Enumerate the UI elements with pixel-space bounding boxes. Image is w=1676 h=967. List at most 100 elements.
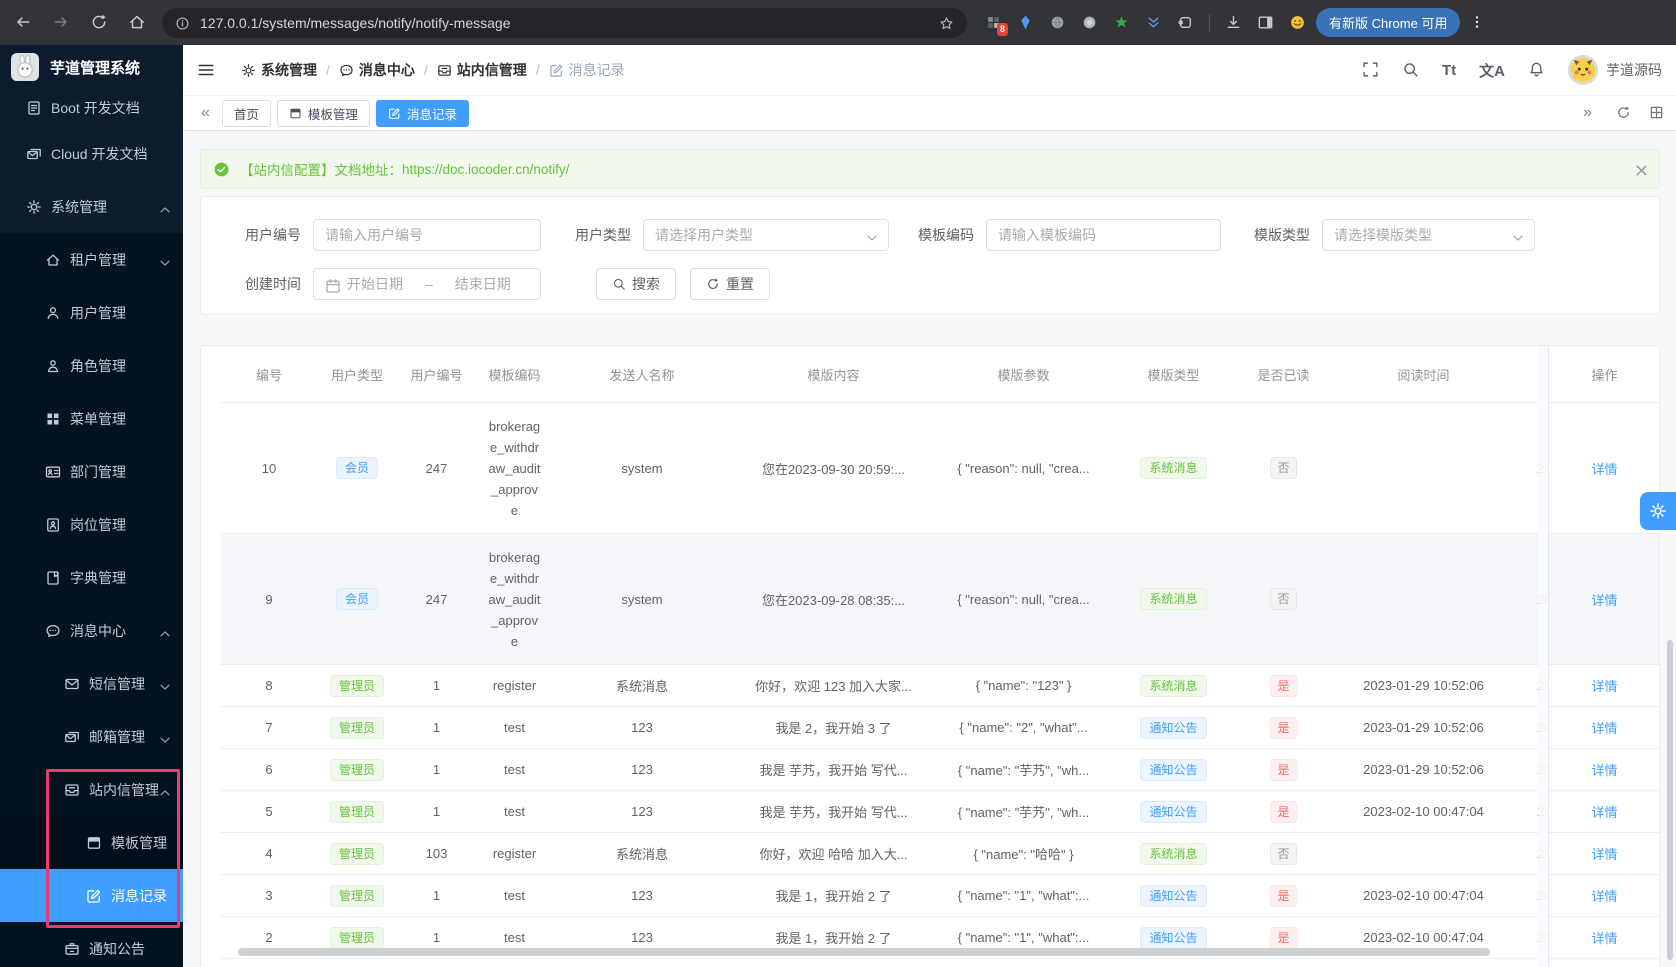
user-type-tag: 管理员	[330, 885, 384, 907]
sidebar-item-template-management[interactable]: 模板管理	[0, 816, 183, 869]
sidebar-item-cloud-docs[interactable]: Cloud 开发文档	[0, 127, 183, 180]
sidebar-item-menu-management[interactable]: 菜单管理	[0, 392, 183, 445]
sidebar-item-dict-management[interactable]: 字典管理	[0, 551, 183, 604]
extension-icon[interactable]	[1049, 14, 1066, 32]
sidebar-item-notify-management[interactable]: 站内信管理	[0, 763, 183, 816]
extensions-puzzle-button[interactable]	[1177, 14, 1194, 32]
font-size-button[interactable]: Tt	[1442, 62, 1456, 79]
table-row[interactable]: 7管理员1test123我是 2，我开始 3 了{ "name": "2", "…	[221, 707, 1548, 749]
collapse-menu-button[interactable]	[197, 61, 227, 79]
settings-fab-button[interactable]	[1640, 492, 1676, 530]
horizontal-scrollbar[interactable]	[238, 948, 1490, 956]
breadcrumb-item-2[interactable]: 消息中心	[339, 60, 415, 80]
sidebar-item-notice-announcement[interactable]: 通知公告	[0, 922, 183, 967]
browser-address-bar[interactable]: 127.0.0.1/system/messages/notify/notify-…	[162, 8, 967, 38]
extension-icon[interactable]	[1017, 14, 1034, 32]
filter-label-template_code: 模板编码	[894, 225, 986, 245]
detail-link[interactable]: 详情	[1591, 928, 1617, 947]
search-button[interactable]: 搜索	[596, 268, 676, 300]
user-menu[interactable]: 芋道源码	[1568, 55, 1662, 85]
browser-back-button[interactable]	[14, 13, 32, 31]
sidebar-item-boot-docs[interactable]: Boot 开发文档	[0, 89, 183, 127]
chrome-update-button[interactable]: 有新版 Chrome 可用	[1316, 8, 1460, 37]
profile-avatar[interactable]	[1289, 14, 1306, 32]
tab-模板管理[interactable]: 模板管理	[277, 100, 370, 127]
sidebar-item-label: 消息记录	[111, 886, 167, 906]
template-content: 我是 芋艿，我开始 写代...	[759, 805, 907, 820]
browser-menu-icon	[1469, 14, 1485, 30]
table-row[interactable]: 3管理员1test123我是 1，我开始 2 了{ "name": "1", "…	[221, 875, 1548, 917]
extension-icon[interactable]	[1145, 14, 1162, 32]
sidebar-item-dept-management[interactable]: 部门管理	[0, 445, 183, 498]
column-header: 模板编码	[488, 368, 540, 383]
bell-icon	[1528, 61, 1545, 78]
filter-create_time-date[interactable]: 开始日期–结束日期	[313, 268, 541, 300]
search-filter-panel: 用户编号请输入用户编号用户类型请选择用户类型模板编码请输入模板编码模版类型请选择…	[200, 196, 1660, 315]
detail-link[interactable]: 详情	[1591, 590, 1617, 609]
sidebar-item-system-management[interactable]: 系统管理	[0, 180, 183, 233]
language-button[interactable]: 文A	[1479, 60, 1505, 81]
breadcrumb-item-1[interactable]: 系统管理	[241, 60, 317, 80]
page-scrollbar[interactable]	[1667, 640, 1673, 960]
url-text[interactable]: 127.0.0.1/system/messages/notify/notify-…	[200, 15, 510, 31]
detail-link[interactable]: 详情	[1591, 802, 1617, 821]
table-row[interactable]: 5管理员1test123我是 芋艿，我开始 写代...{ "name": "芋艿…	[221, 791, 1548, 833]
sidebar-item-role-management[interactable]: 角色管理	[0, 339, 183, 392]
mails-icon	[26, 146, 42, 162]
table-row[interactable]: 9会员247brokerage_withdraw_audit_approvesy…	[221, 534, 1548, 665]
sidebar-item-post-management[interactable]: 岗位管理	[0, 498, 183, 551]
detail-link[interactable]: 详情	[1591, 760, 1617, 779]
extension-icon[interactable]	[1081, 14, 1098, 32]
tab-首页[interactable]: 首页	[222, 100, 271, 127]
extension-icon[interactable]	[1113, 14, 1130, 32]
detail-link[interactable]: 详情	[1591, 844, 1617, 863]
sidebar-item-message-records[interactable]: 消息记录	[0, 869, 183, 922]
browser-reload-button[interactable]	[90, 13, 108, 31]
filter-template_code-input[interactable]: 请输入模板编码	[986, 219, 1221, 251]
template-type-tag: 通知公告	[1140, 927, 1206, 949]
sidebar-item-message-center[interactable]: 消息中心	[0, 604, 183, 657]
refresh-page-button[interactable]	[1616, 104, 1631, 122]
search-icon	[1402, 61, 1419, 78]
tab-消息记录[interactable]: 消息记录	[376, 100, 469, 127]
chevron-down-icon	[157, 255, 173, 271]
action-cell: 详情	[1549, 665, 1660, 707]
sidebar-item-user-management[interactable]: 用户管理	[0, 286, 183, 339]
sidebar-item-sms-management[interactable]: 短信管理	[0, 657, 183, 710]
detail-link[interactable]: 详情	[1591, 459, 1617, 478]
detail-link[interactable]: 详情	[1591, 718, 1617, 737]
tabs-scroll-right-button[interactable]: »	[1577, 104, 1598, 122]
browser-forward-button[interactable]	[52, 13, 70, 31]
layout-grid-button[interactable]	[1649, 104, 1664, 122]
detail-link[interactable]: 详情	[1591, 886, 1617, 905]
sidebar-item-mailbox-management[interactable]: 邮箱管理	[0, 710, 183, 763]
extension-kite-icon	[1017, 14, 1034, 31]
alert-link[interactable]: https://doc.iocoder.cn/notify/	[402, 162, 569, 177]
reset-button[interactable]: 重置	[690, 268, 770, 300]
breadcrumb-item-3[interactable]: 站内信管理	[437, 60, 527, 80]
table-row[interactable]: 4管理员103register系统消息你好，欢迎 哈哈 加入大...{ "nam…	[221, 833, 1548, 875]
table-row[interactable]: 10会员247brokerage_withdraw_audit_approves…	[221, 403, 1548, 534]
table-row[interactable]: 6管理员1test123我是 芋艿，我开始 写代...{ "name": "芋艿…	[221, 749, 1548, 791]
sidebar-item-tenant-management[interactable]: 租户管理	[0, 233, 183, 286]
browser-home-button[interactable]	[128, 13, 146, 31]
search-button[interactable]	[1402, 61, 1419, 79]
filter-user_id-input[interactable]: 请输入用户编号	[313, 219, 541, 251]
extension-icon[interactable]: 8	[985, 14, 1002, 32]
filter-user_type-select[interactable]: 请选择用户类型	[643, 219, 889, 251]
alert-close-icon[interactable]	[1633, 162, 1647, 176]
tabs-scroll-left-button[interactable]: «	[195, 104, 216, 122]
downloads-button[interactable]	[1225, 14, 1242, 32]
app-logo[interactable]: 芋道管理系统	[0, 45, 183, 89]
fullscreen-button[interactable]	[1362, 61, 1379, 79]
detail-link[interactable]: 详情	[1591, 676, 1617, 695]
browser-menu-icon[interactable]	[1469, 14, 1485, 32]
filter-template_type-select[interactable]: 请选择模版类型	[1322, 219, 1535, 251]
site-info-icon[interactable]	[175, 14, 190, 31]
template-type-tag: 通知公告	[1140, 801, 1206, 823]
notification-bell-button[interactable]	[1528, 61, 1545, 79]
table-row[interactable]: 8管理员1register系统消息你好，欢迎 123 加入大家...{ "nam…	[221, 665, 1548, 707]
side-panel-button[interactable]	[1257, 14, 1274, 32]
template-params: { "name": "1", "what":...	[958, 888, 1090, 903]
bookmark-star-icon[interactable]	[939, 14, 954, 31]
